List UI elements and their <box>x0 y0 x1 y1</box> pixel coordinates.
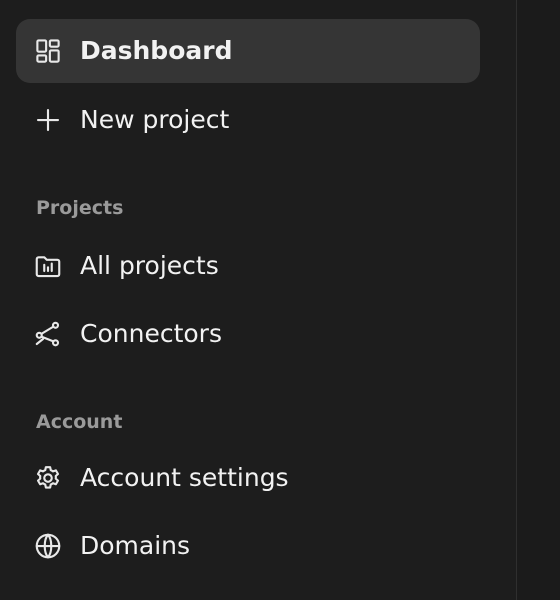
sidebar-item-connectors[interactable]: Connectors <box>16 302 480 366</box>
sidebar-item-all-projects[interactable]: All projects <box>16 234 480 298</box>
app-window: Dashboard New project Projects All proje… <box>0 0 560 600</box>
section-heading-account: Account <box>36 411 123 433</box>
section-heading-projects: Projects <box>36 197 124 219</box>
sidebar-item-label: Dashboard <box>80 36 233 65</box>
layout-grid-icon <box>32 35 64 67</box>
sidebar-item-label: Domains <box>80 531 191 560</box>
main-content-area <box>517 0 560 600</box>
sidebar-item-label: New project <box>80 105 230 134</box>
gear-icon <box>32 462 64 494</box>
route-icon <box>32 318 64 350</box>
sidebar-item-label: Account settings <box>80 463 289 492</box>
sidebar-item-label: All projects <box>80 251 219 280</box>
plus-icon <box>32 104 64 136</box>
globe-icon <box>32 530 64 562</box>
sidebar-item-account-settings[interactable]: Account settings <box>16 446 480 510</box>
sidebar: Dashboard New project Projects All proje… <box>0 0 516 600</box>
sidebar-item-domains[interactable]: Domains <box>16 514 480 578</box>
sidebar-item-new-project[interactable]: New project <box>16 88 480 152</box>
folder-chart-icon <box>32 250 64 282</box>
sidebar-item-label: Connectors <box>80 319 222 348</box>
sidebar-item-dashboard[interactable]: Dashboard <box>16 19 480 83</box>
